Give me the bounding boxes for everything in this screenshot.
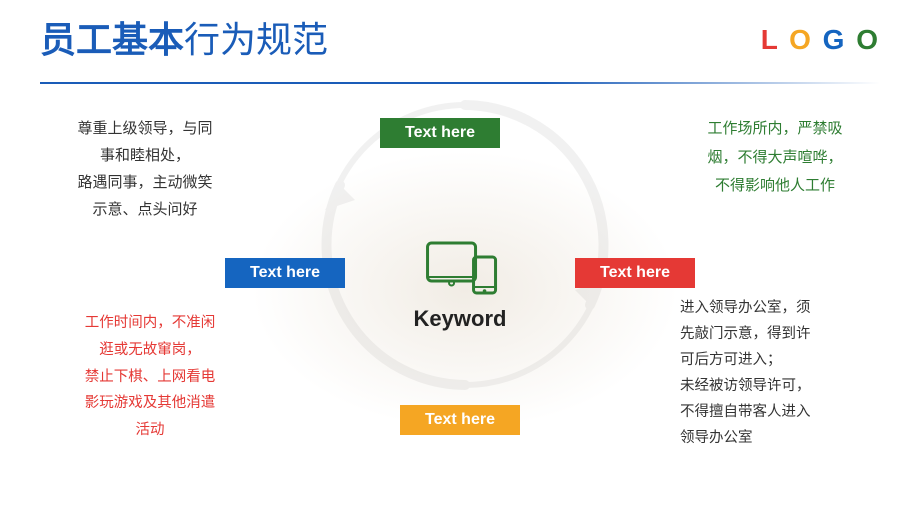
- logo-l: L: [761, 24, 780, 55]
- left-bottom-content: 工作时间内，不准闲逛或无故窜岗，禁止下棋、上网看电影玩游戏及其他消遣活动: [40, 310, 260, 444]
- tag-mid-right-label: Text here: [600, 264, 670, 281]
- center-content: Keyword: [414, 240, 507, 332]
- header: 员工基本行为规范 L O G O: [40, 18, 880, 61]
- logo-g: G: [823, 24, 847, 55]
- right-bottom-content: 进入领导办公室，须先敲门示意，得到许可后方可进入；未经被访领导许可，不得擅自带客…: [680, 295, 880, 452]
- title-normal: 行为规范: [184, 19, 328, 60]
- right-bottom-text: 进入领导办公室，须先敲门示意，得到许可后方可进入；未经被访领导许可，不得擅自带客…: [680, 300, 811, 446]
- right-top-text: 工作场所内，严禁吸烟，不得大声喧哗，不得影响他人工作: [707, 120, 842, 194]
- devices-svg: [420, 241, 500, 299]
- tag-mid-left-label: Text here: [250, 264, 320, 281]
- logo: L O G O: [761, 24, 880, 56]
- page-title: 员工基本行为规范: [40, 18, 328, 61]
- tag-mid-right: Text here: [575, 258, 695, 288]
- header-divider: [40, 82, 880, 84]
- left-top-text: 尊重上级领导，与同事和睦相处，路遇同事，主动微笑示意、点头问好: [77, 120, 212, 218]
- tag-mid-left: Text here: [225, 258, 345, 288]
- left-top-content: 尊重上级领导，与同事和睦相处，路遇同事，主动微笑示意、点头问好: [40, 115, 250, 223]
- tag-bottom-center: Text here: [400, 405, 520, 435]
- tag-top-center: Text here: [380, 118, 500, 148]
- tag-top-center-label: Text here: [405, 124, 475, 141]
- logo-o1: O: [789, 24, 813, 55]
- device-icon: [420, 240, 500, 300]
- logo-o2: O: [856, 24, 880, 55]
- tag-bottom-center-label: Text here: [425, 411, 495, 428]
- title-bold: 员工基本: [40, 19, 184, 60]
- keyword-text: Keyword: [414, 306, 507, 332]
- right-top-content: 工作场所内，严禁吸烟，不得大声喧哗，不得影响他人工作: [670, 115, 880, 201]
- left-bottom-text: 工作时间内，不准闲逛或无故窜岗，禁止下棋、上网看电影玩游戏及其他消遣活动: [85, 315, 216, 438]
